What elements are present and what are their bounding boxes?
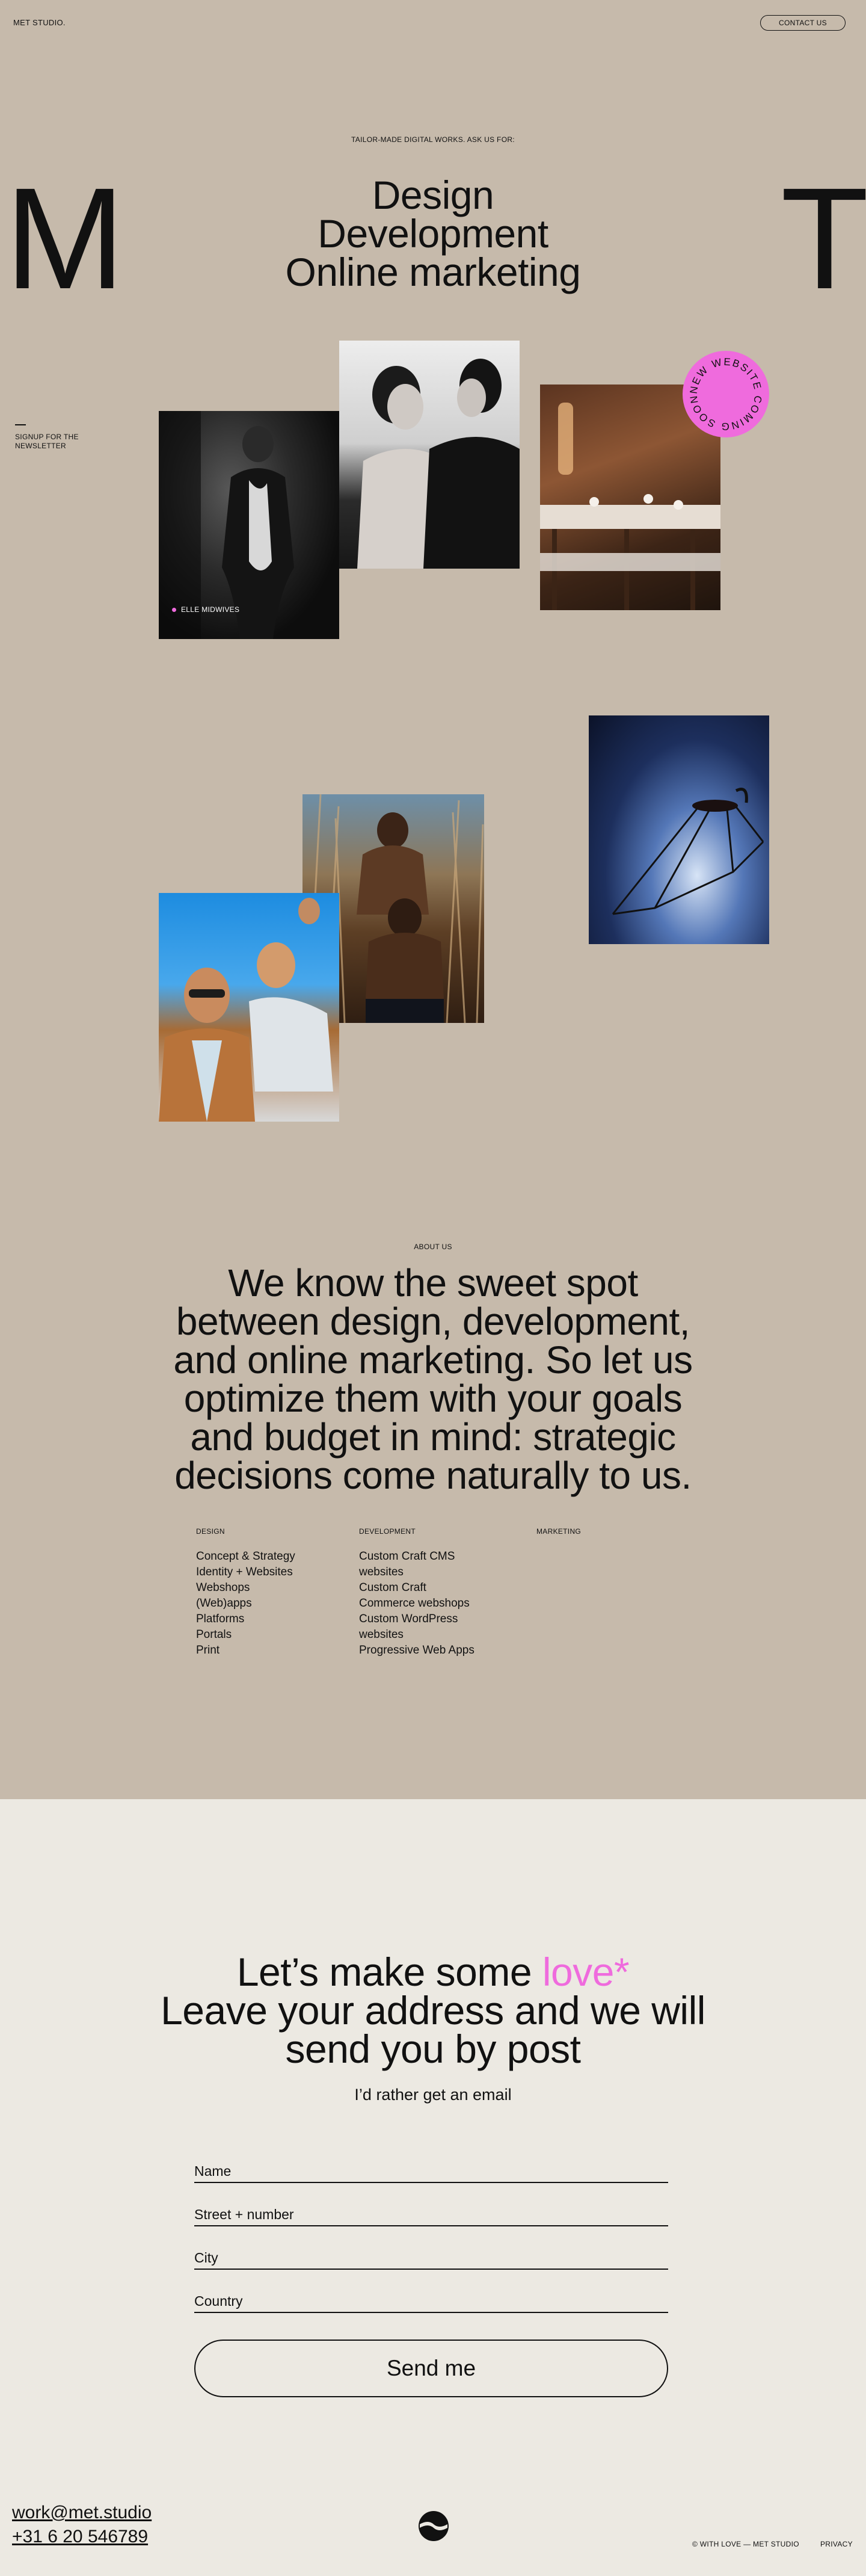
column-title-marketing: MARKETING bbox=[536, 1527, 582, 1536]
hero-section: MET STUDIO. CONTACT US TAILOR-MADE DIGIT… bbox=[0, 0, 866, 1799]
service-design: Design bbox=[372, 173, 494, 217]
column-title-design: DESIGN bbox=[196, 1527, 225, 1536]
list-item: Progressive Web Apps bbox=[359, 1644, 474, 1657]
headline-prefix: Let’s make some bbox=[236, 1950, 532, 1994]
about-statement: We know the sweet spot between design, d… bbox=[0, 1264, 866, 1495]
street-field[interactable] bbox=[194, 2198, 668, 2226]
services-column-development: DEVELOPMENT Custom Craft CMS websites Cu… bbox=[359, 1527, 491, 1658]
about-line-1: We know the sweet spot bbox=[228, 1261, 638, 1305]
about-line-3: and online marketing. So let us bbox=[173, 1338, 693, 1382]
list-item: Concept & Strategy bbox=[196, 1550, 295, 1563]
list-item: Custom Craft CMS bbox=[359, 1550, 455, 1563]
headline-highlight: love* bbox=[542, 1950, 630, 1994]
service-development: Development bbox=[318, 211, 548, 256]
photo-caption: ELLE MIDWIVES bbox=[172, 605, 239, 614]
city-field[interactable] bbox=[194, 2241, 668, 2270]
about-line-2: between design, development, bbox=[176, 1300, 690, 1343]
photo-chair-shapes bbox=[612, 788, 764, 915]
list-item: websites bbox=[359, 1628, 404, 1641]
service-online-marketing: Online marketing bbox=[285, 250, 581, 294]
list-item: Platforms bbox=[196, 1613, 245, 1625]
footer-phone-link[interactable]: +31 6 20 546789 bbox=[12, 2526, 148, 2548]
project-photo-chair[interactable] bbox=[589, 715, 769, 944]
list-item: Custom WordPress bbox=[359, 1613, 458, 1625]
column-title-development: DEVELOPMENT bbox=[359, 1527, 416, 1536]
badge-ring-text: NEW WEBSITE COMING SOON bbox=[688, 356, 764, 433]
list-item: (Web)apps bbox=[196, 1597, 252, 1610]
contact-headline-line-2: Leave your address and we will bbox=[161, 1988, 705, 2033]
met-logo-icon[interactable] bbox=[417, 2510, 450, 2542]
new-website-badge: NEW WEBSITE COMING SOON bbox=[683, 351, 769, 437]
photo-portrait-shapes bbox=[357, 359, 520, 569]
about-line-6: decisions come naturally to us. bbox=[174, 1454, 692, 1497]
services-column-marketing: MARKETING bbox=[536, 1527, 687, 1549]
big-letter-t: T bbox=[781, 158, 866, 319]
footer-privacy-link[interactable]: PRIVACY bbox=[820, 2540, 853, 2548]
list-item: Webshops bbox=[196, 1581, 250, 1594]
footer-credit: © WITH LOVE — MET STUDIO bbox=[692, 2540, 799, 2548]
newsletter-dash bbox=[15, 424, 26, 425]
newsletter-signup-link[interactable]: SIGNUP FOR THE NEWSLETTER bbox=[15, 424, 79, 451]
list-item: Print bbox=[196, 1644, 220, 1657]
about-line-5: and budget in mind: strategic bbox=[190, 1415, 676, 1459]
name-field[interactable] bbox=[194, 2154, 668, 2183]
project-photo-sunglasses[interactable] bbox=[159, 893, 339, 1122]
contact-us-button[interactable]: CONTACT US bbox=[760, 15, 846, 31]
contact-headline: Let’s make some love* Leave your address… bbox=[0, 1950, 866, 2071]
services-list: Design Development Online marketing bbox=[0, 173, 866, 294]
list-item: Identity + Websites bbox=[196, 1566, 293, 1578]
site-logo[interactable]: MET STUDIO. bbox=[13, 18, 66, 27]
country-field[interactable] bbox=[194, 2284, 668, 2313]
design-list: Concept & Strategy Identity + Websites W… bbox=[196, 1549, 346, 1658]
hero-kicker: TAILOR-MADE DIGITAL WORKS. ASK US FOR: bbox=[351, 135, 515, 144]
contact-headline-line-1: Let’s make some love* bbox=[0, 1950, 866, 1994]
list-item: Custom Craft bbox=[359, 1581, 426, 1594]
photo-caption-text: ELLE MIDWIVES bbox=[181, 605, 240, 614]
photo-sunglasses-shapes bbox=[159, 898, 333, 1122]
list-item: Commerce webshops bbox=[359, 1597, 470, 1610]
about-line-4: optimize them with your goals bbox=[183, 1377, 683, 1420]
badge-text: NEW WEBSITE COMING SOON bbox=[688, 356, 763, 433]
list-item: websites bbox=[359, 1566, 404, 1578]
big-letter-m: M bbox=[5, 158, 125, 319]
list-item: Portals bbox=[196, 1628, 232, 1641]
newsletter-line-1: SIGNUP FOR THE bbox=[15, 432, 79, 441]
contact-headline-line-3: send you by post bbox=[285, 2027, 582, 2071]
newsletter-line-2: NEWSLETTER bbox=[15, 441, 67, 450]
development-list: Custom Craft CMS websites Custom Craft C… bbox=[359, 1549, 491, 1658]
about-kicker: ABOUT US bbox=[414, 1243, 452, 1251]
send-me-button[interactable]: Send me bbox=[194, 2340, 668, 2397]
caption-dot bbox=[172, 607, 176, 612]
svg-text:NEW WEBSITE COMING SOON: NEW WEBSITE COMING SOON bbox=[688, 356, 764, 433]
footer-email-link[interactable]: work@met.studio bbox=[12, 2502, 152, 2524]
email-instead-link[interactable]: I’d rather get an email bbox=[0, 2086, 866, 2104]
project-photo-elle-midwives[interactable]: ELLE MIDWIVES bbox=[159, 411, 339, 639]
services-column-design: DESIGN Concept & Strategy Identity + Web… bbox=[196, 1527, 346, 1658]
project-photo-portrait[interactable] bbox=[339, 341, 520, 569]
